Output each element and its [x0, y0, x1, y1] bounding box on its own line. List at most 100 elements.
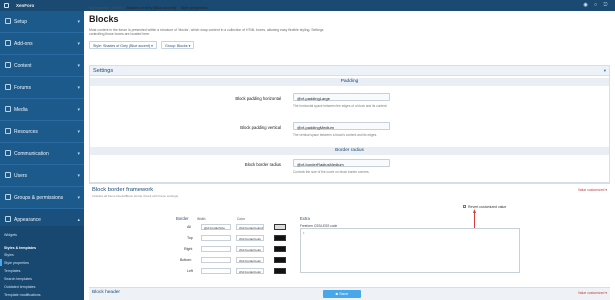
border-color-input[interactable]: @xf-borderColor: [236, 268, 264, 274]
sidebar-item-label: Communication: [14, 151, 49, 157]
border-row-label: Top: [187, 236, 193, 240]
save-label: Save: [339, 291, 349, 296]
extra-css-editor[interactable]: 1: [300, 228, 520, 273]
padding-horizontal-label: Block padding horizontal: [235, 96, 281, 101]
group-selector-label: Group: Blocks: [165, 44, 188, 48]
subnav-item-styles[interactable]: Styles: [4, 253, 14, 257]
breadcrumb-styles[interactable]: Styles: [113, 6, 123, 10]
border-radius-label: Block border radius: [244, 162, 281, 167]
group-selector[interactable]: Group: Blocks ▾: [161, 41, 195, 49]
logout-icon[interactable]: ⎋: [603, 3, 608, 8]
subnav-item-style-properties[interactable]: Style properties: [4, 261, 29, 265]
color-swatch[interactable]: [274, 235, 286, 241]
brand-logo[interactable]: XenForo: [16, 3, 34, 8]
border-row-label: All: [187, 225, 191, 229]
value-customized-label: Value customized: [577, 291, 605, 295]
revert-checkbox[interactable]: [463, 205, 466, 208]
color-swatch[interactable]: [274, 224, 286, 230]
chevron-down-icon[interactable]: ▾: [604, 68, 606, 74]
sidebar-item-add-ons[interactable]: Add-ons ▾: [0, 33, 84, 55]
sidebar-item-label: Media: [14, 107, 28, 113]
border-radius-input[interactable]: @xf-borderRadiusMedium: [293, 159, 390, 167]
breadcrumb-style-properties[interactable]: Style properties: [180, 6, 207, 10]
chevron-down-icon: ▾: [77, 173, 80, 179]
chevron-down-icon: ▾: [605, 188, 607, 192]
box-icon: [5, 128, 11, 134]
sidebar-item-communication[interactable]: Communication ▾: [0, 143, 84, 165]
subnav-item-search-templates[interactable]: Search templates: [4, 277, 32, 281]
chevron-down-icon: ▾: [605, 291, 607, 295]
page-description: Most content in the forum is presented w…: [89, 28, 324, 37]
border-color-input[interactable]: @xf-borderColor: [236, 257, 264, 263]
sidebar-item-setup[interactable]: Setup ▾: [0, 11, 84, 33]
sidebar-item-media[interactable]: Media ▾: [0, 99, 84, 121]
padding-vertical-label: Block padding vertical: [240, 125, 281, 130]
framework-header[interactable]: Block border framework Includes all fram…: [89, 183, 610, 198]
border-width-input[interactable]: [201, 246, 231, 252]
border-color-input[interactable]: @xf-borderColor: [236, 235, 264, 241]
color-swatch[interactable]: [274, 246, 286, 252]
gear-icon: [5, 18, 11, 24]
sidebar-item-groups-permissions[interactable]: Groups & permissions ▾: [0, 187, 84, 209]
chevron-down-icon: ▾: [77, 107, 80, 113]
chevron-down-icon: ▾: [77, 63, 80, 69]
sidebar-item-forums[interactable]: Forums ▾: [0, 77, 84, 99]
color-swatch[interactable]: [274, 257, 286, 263]
padding-vertical-hint: The vertical space between a block's con…: [293, 133, 378, 137]
border-row-label: Left: [187, 269, 193, 273]
menu-icon[interactable]: [4, 3, 9, 8]
subnav-item-outdated-templates[interactable]: Outdated templates: [4, 285, 35, 289]
border-label: Border: [176, 216, 189, 221]
width-column-header: Width: [197, 217, 206, 221]
breadcrumb: Appearance > Styles > Shades of Grey (Bl…: [89, 6, 208, 10]
sidebar-item-users[interactable]: Users ▾: [0, 165, 84, 187]
border-color-input[interactable]: @xf-borderColorAccent: [236, 224, 264, 230]
image-icon: [5, 106, 11, 112]
chevron-down-icon: ▾: [188, 44, 191, 48]
framework-title: Block border framework: [92, 187, 154, 193]
chevron-down-icon: ▾: [77, 195, 80, 201]
bullhorn-icon: [5, 150, 11, 156]
chevron-down-icon: ▾: [77, 41, 80, 47]
subnav-item-template-modifications[interactable]: Template modifications: [4, 293, 41, 297]
padding-vertical-input[interactable]: @xf-paddingMedium: [293, 122, 390, 130]
border-color-input[interactable]: @xf-borderColor: [236, 246, 264, 252]
color-swatch[interactable]: [274, 268, 286, 274]
sidebar-item-label: Users: [14, 173, 28, 179]
paint-icon: [5, 216, 11, 222]
breadcrumb-style-name[interactable]: Shades of Grey (Blue accent): [126, 6, 176, 10]
users-icon: [5, 194, 11, 200]
subnav-item-styles-templates[interactable]: Styles & templates: [4, 246, 36, 250]
chevron-down-icon: ▾: [151, 44, 153, 48]
border-width-input[interactable]: [201, 268, 231, 274]
border-width-input[interactable]: @xf-borderSize: [201, 224, 231, 230]
save-button[interactable]: ■ Save: [323, 290, 361, 298]
sidebar-item-resources[interactable]: Resources ▾: [0, 121, 84, 143]
chevron-down-icon: ▾: [77, 129, 80, 135]
sidebar-item-label: Groups & permissions: [14, 195, 64, 201]
chevron-up-icon: ▴: [77, 217, 80, 223]
settings-header[interactable]: Settings ▾: [90, 66, 609, 76]
value-customized-badge: Value customized ▾: [578, 188, 607, 192]
border-radius-hint: Controls the size of the curve on block …: [293, 170, 370, 174]
style-selector[interactable]: Style: Shades of Grey (Blue accent) ▾: [89, 41, 157, 49]
border-row-label: Right: [184, 247, 193, 251]
subnav-item-widgets[interactable]: Widgets: [4, 233, 17, 237]
border-width-input[interactable]: [201, 235, 231, 241]
sidebar-item-label: Resources: [14, 129, 38, 135]
padding-section-header: Padding: [90, 78, 609, 86]
document-icon: [5, 62, 11, 68]
sidebar-item-content[interactable]: Content ▾: [0, 55, 84, 77]
style-selector-label: Style: Shades of Grey (Blue accent): [93, 44, 151, 48]
chevron-down-icon: ▾: [77, 85, 80, 91]
subnav-item-templates[interactable]: Templates: [4, 269, 20, 273]
settings-title: Settings: [93, 68, 114, 74]
border-width-input[interactable]: [201, 257, 231, 263]
border-row-label: Bottom: [180, 258, 192, 262]
breadcrumb-appearance[interactable]: Appearance: [89, 6, 108, 10]
user-icon[interactable]: ○: [593, 3, 598, 8]
radius-section-header: Border radius: [90, 147, 609, 155]
padding-horizontal-input[interactable]: @xf-paddingLarge: [293, 93, 390, 101]
bell-icon[interactable]: ◉: [583, 3, 588, 8]
block-header-title: Block header: [92, 290, 120, 295]
